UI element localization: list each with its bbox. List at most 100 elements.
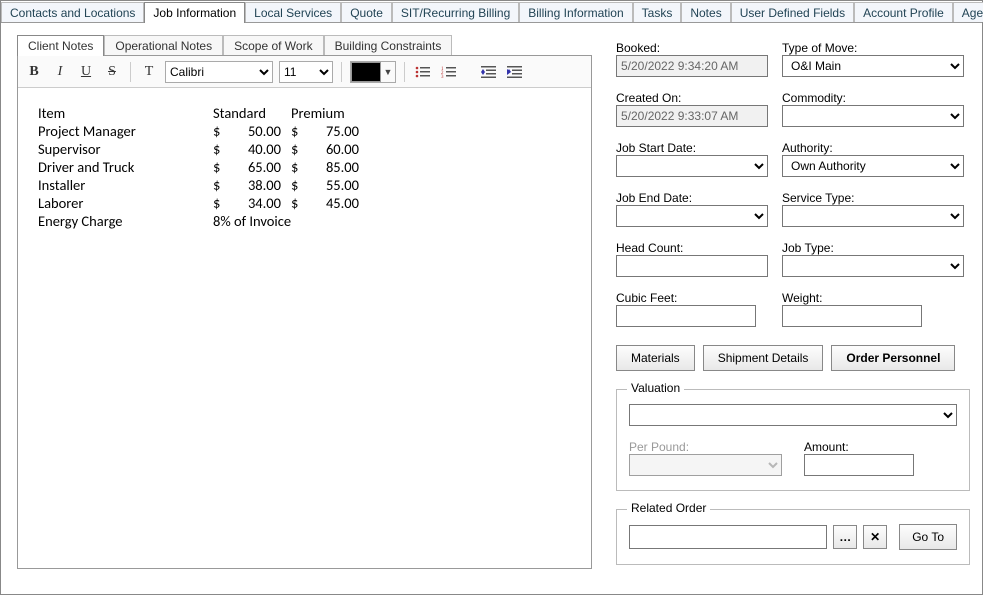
- font-color-picker[interactable]: ▼: [350, 61, 396, 83]
- notes-row-item: Laborer: [38, 194, 213, 212]
- job-end-label: Job End Date:: [616, 189, 768, 205]
- main-tab[interactable]: Agents: [953, 2, 983, 22]
- notes-row-premium: 75.00: [305, 122, 359, 140]
- valuation-legend: Valuation: [627, 381, 684, 395]
- notes-editor-body[interactable]: Item Standard Premium Project Manager$50…: [18, 88, 591, 568]
- toolbar-separator: [404, 62, 405, 82]
- service-type-label: Service Type:: [782, 189, 964, 205]
- bold-button[interactable]: B: [24, 62, 44, 82]
- notes-row-premium: 45.00: [305, 194, 359, 212]
- italic-button[interactable]: I: [50, 62, 70, 82]
- head-count-label: Head Count:: [616, 239, 768, 255]
- toolbar-separator: [341, 62, 342, 82]
- head-count-field[interactable]: [616, 255, 768, 277]
- currency-symbol: $: [213, 122, 227, 140]
- main-tab[interactable]: Contacts and Locations: [1, 2, 144, 22]
- amount-field[interactable]: [804, 454, 914, 476]
- notes-row: Installer$38.00$55.00: [38, 176, 571, 194]
- notes-row: Laborer$34.00$45.00: [38, 194, 571, 212]
- currency-symbol: $: [291, 194, 305, 212]
- notes-row-item: Project Manager: [38, 122, 213, 140]
- valuation-select[interactable]: [629, 404, 957, 426]
- notes-row: Driver and Truck$65.00$85.00: [38, 158, 571, 176]
- order-personnel-button[interactable]: Order Personnel: [831, 345, 955, 371]
- bullet-list-button[interactable]: [413, 62, 433, 82]
- cubic-feet-label: Cubic Feet:: [616, 289, 768, 305]
- main-tab[interactable]: Account Profile: [854, 2, 953, 22]
- notes-row-premium: 55.00: [305, 176, 359, 194]
- font-size-select[interactable]: 11: [279, 61, 333, 83]
- job-start-label: Job Start Date:: [616, 139, 768, 155]
- cubic-feet-field[interactable]: [616, 305, 756, 327]
- notes-header-premium: Premium: [291, 104, 359, 122]
- currency-symbol: $: [213, 140, 227, 158]
- color-swatch-icon: [351, 62, 381, 82]
- job-start-select[interactable]: [616, 155, 768, 177]
- main-tab[interactable]: SIT/Recurring Billing: [392, 2, 519, 22]
- notes-subtab[interactable]: Scope of Work: [223, 35, 323, 55]
- created-on-field: [616, 105, 768, 127]
- shipment-details-button[interactable]: Shipment Details: [703, 345, 824, 371]
- type-of-move-label: Type of Move:: [782, 39, 964, 55]
- toolbar-separator: [130, 62, 131, 82]
- notes-row: Project Manager$50.00$75.00: [38, 122, 571, 140]
- notes-row-premium: 85.00: [305, 158, 359, 176]
- go-to-button[interactable]: Go To: [899, 524, 957, 550]
- font-family-select[interactable]: Calibri: [165, 61, 273, 83]
- main-tabstrip: Contacts and LocationsJob InformationLoc…: [1, 1, 982, 23]
- type-of-move-select[interactable]: O&I Main: [782, 55, 964, 77]
- ellipsis-icon: …: [839, 530, 851, 544]
- related-order-legend: Related Order: [627, 501, 710, 515]
- notes-row: Supervisor$40.00$60.00: [38, 140, 571, 158]
- notes-subtabstrip: Client NotesOperational NotesScope of Wo…: [17, 33, 592, 55]
- main-tab[interactable]: Notes: [681, 2, 730, 22]
- currency-symbol: $: [291, 176, 305, 194]
- main-tab[interactable]: Tasks: [633, 2, 682, 22]
- notes-row-standard: 50.00: [227, 122, 281, 140]
- currency-symbol: $: [213, 194, 227, 212]
- main-tab[interactable]: User Defined Fields: [731, 2, 854, 22]
- main-tab[interactable]: Job Information: [144, 2, 245, 23]
- job-type-select[interactable]: [782, 255, 964, 277]
- notes-row-standard: 65.00: [227, 158, 281, 176]
- booked-field: [616, 55, 768, 77]
- clear-button[interactable]: ✕: [863, 525, 887, 549]
- currency-symbol: $: [291, 140, 305, 158]
- outdent-button[interactable]: [479, 62, 499, 82]
- notes-row-item: Driver and Truck: [38, 158, 213, 176]
- notes-subtab[interactable]: Operational Notes: [104, 35, 223, 55]
- main-tab[interactable]: Quote: [341, 2, 392, 22]
- main-tab[interactable]: Billing Information: [519, 2, 632, 22]
- currency-symbol: $: [291, 158, 305, 176]
- main-tab[interactable]: Local Services: [245, 2, 341, 22]
- commodity-select[interactable]: [782, 105, 964, 127]
- notes-subtab[interactable]: Building Constraints: [324, 35, 453, 55]
- notes-row-standard: 40.00: [227, 140, 281, 158]
- related-order-group: Related Order … ✕ Go To: [616, 509, 970, 565]
- close-icon: ✕: [870, 530, 880, 544]
- related-order-field[interactable]: [629, 525, 827, 549]
- service-type-select[interactable]: [782, 205, 964, 227]
- notes-row-premium: 60.00: [305, 140, 359, 158]
- notes-header-item: Item: [38, 104, 213, 122]
- notes-row-standard: 34.00: [227, 194, 281, 212]
- notes-subtab[interactable]: Client Notes: [17, 35, 104, 56]
- browse-button[interactable]: …: [833, 525, 857, 549]
- materials-button[interactable]: Materials: [616, 345, 695, 371]
- per-pound-label: Per Pound:: [629, 438, 782, 454]
- svg-text:3: 3: [441, 75, 444, 79]
- font-icon: T: [139, 62, 159, 82]
- notes-footer-value: 8% of Invoice: [213, 212, 291, 230]
- strikethrough-button[interactable]: S: [102, 62, 122, 82]
- created-on-label: Created On:: [616, 89, 768, 105]
- per-pound-select: [629, 454, 782, 476]
- weight-field[interactable]: [782, 305, 922, 327]
- notes-row-standard: 38.00: [227, 176, 281, 194]
- job-end-select[interactable]: [616, 205, 768, 227]
- chevron-down-icon: ▼: [381, 62, 395, 82]
- authority-select[interactable]: Own Authority: [782, 155, 964, 177]
- indent-button[interactable]: [505, 62, 525, 82]
- amount-label: Amount:: [804, 438, 957, 454]
- underline-button[interactable]: U: [76, 62, 96, 82]
- numbered-list-button[interactable]: 123: [439, 62, 459, 82]
